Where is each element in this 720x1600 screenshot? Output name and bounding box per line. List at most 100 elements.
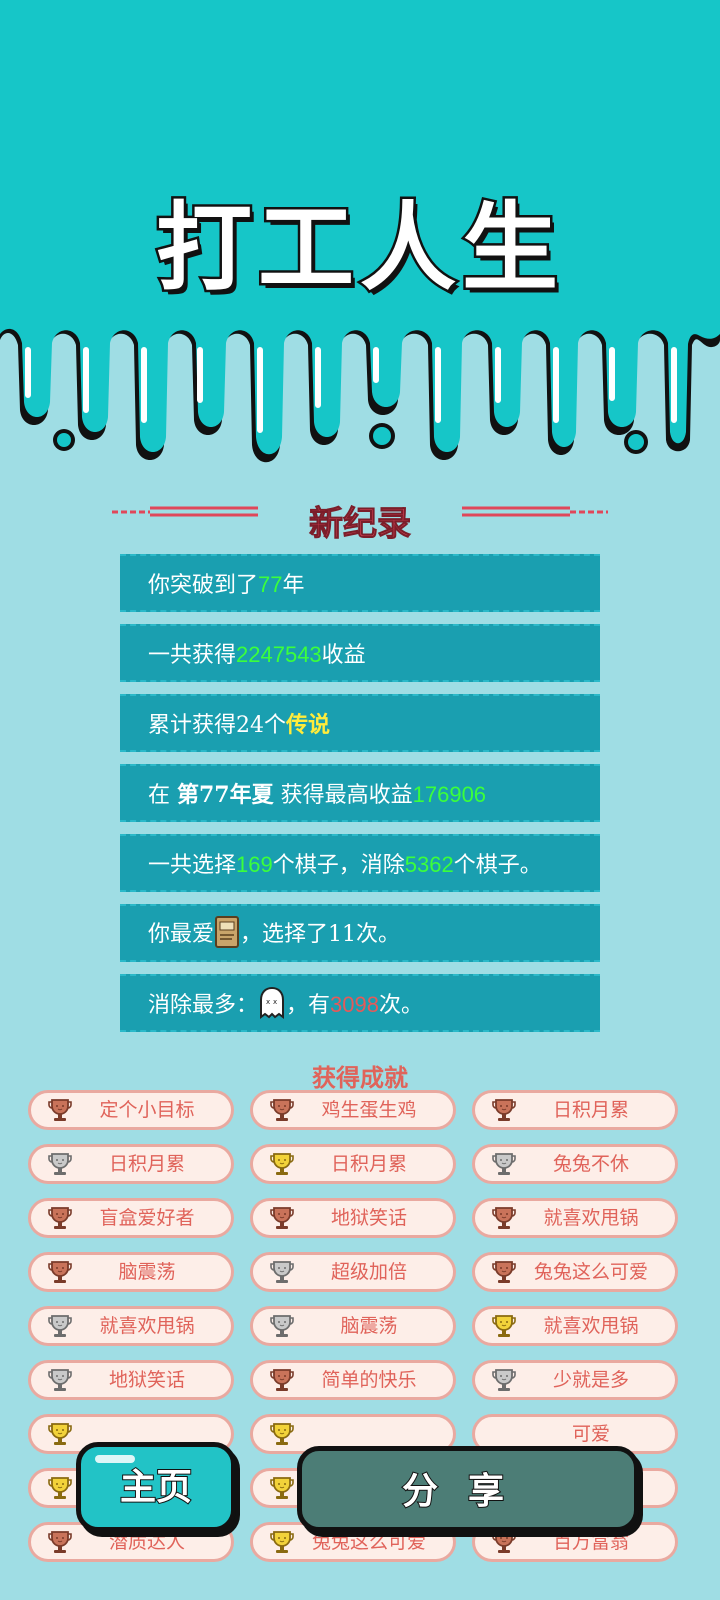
achievement-label: 盲盒爱好者	[99, 1207, 195, 1229]
trophy-bronze-icon	[270, 1369, 294, 1391]
trophy-bronze-icon	[270, 1207, 294, 1229]
trophy-bronze-icon	[492, 1261, 516, 1283]
stat-best-income: 在 第77年夏 获得最高收益176906	[120, 764, 600, 822]
stat-text: 一共获得	[148, 643, 237, 668]
stat-season: 第77年夏	[177, 782, 274, 808]
trophy-gold-icon	[270, 1531, 294, 1553]
stat-text: 个棋子。	[453, 853, 542, 878]
trophy-silver-icon	[270, 1261, 294, 1283]
game-title: 打工人生	[154, 190, 564, 307]
achievement-badge: 定个小目标	[28, 1090, 234, 1130]
stat-text: 你突破到了	[148, 573, 259, 598]
stat-favorite: 你最爱 ，选择了11次。	[120, 904, 600, 962]
achievement-badge: 地狱笑话	[250, 1198, 456, 1238]
achievement-label: 鸡生蛋生鸡	[321, 1099, 417, 1121]
achievement-label: 兔兔这么可爱	[533, 1261, 648, 1283]
achievement-badge: 脑震荡	[28, 1252, 234, 1292]
trophy-bronze-icon	[48, 1261, 72, 1283]
trophy-silver-icon	[48, 1153, 72, 1175]
stat-number: 2247543	[236, 642, 322, 667]
achievement-label: 地狱笑话	[108, 1369, 185, 1391]
stat-number: 5362	[404, 852, 454, 877]
stat-most-cleared: 消除最多： x x ，有3098次。	[120, 974, 600, 1032]
trophy-bronze-icon	[48, 1099, 72, 1121]
stat-text: 获得最高收益	[273, 783, 413, 808]
trophy-bronze-icon	[492, 1099, 516, 1121]
achievement-label: 少就是多	[552, 1369, 629, 1391]
trophy-gold-icon	[270, 1153, 294, 1175]
stat-number: 176906	[412, 782, 487, 807]
stat-text: 个棋子，消除	[272, 853, 405, 878]
stat-text: ，选择了11次。	[240, 922, 401, 947]
achievement-badge: 盲盒爱好者	[28, 1198, 234, 1238]
stat-text: 你最爱	[148, 922, 215, 947]
achievement-label: 日积月累	[552, 1099, 629, 1121]
achievement-badge: 就喜欢甩锅	[472, 1306, 678, 1346]
stat-legends: 累计获得24个传说	[120, 694, 600, 752]
trophy-bronze-icon	[48, 1207, 72, 1229]
trophy-bronze-icon	[492, 1531, 516, 1553]
achievement-label: 日积月累	[108, 1153, 185, 1175]
stat-text: 年	[282, 573, 305, 598]
trophy-silver-icon	[492, 1153, 516, 1175]
trophy-silver-icon	[492, 1369, 516, 1391]
achievement-badge: 地狱笑话	[28, 1360, 234, 1400]
achievement-badge: 脑震荡	[250, 1306, 456, 1346]
trophy-bronze-icon	[492, 1207, 516, 1229]
achievement-badge: 就喜欢甩锅	[28, 1306, 234, 1346]
achievement-label: 兔兔不休	[552, 1153, 629, 1175]
stat-number: 3098	[330, 992, 379, 1017]
achievement-label: 地狱笑话	[330, 1207, 407, 1229]
achievement-label: 定个小目标	[99, 1099, 195, 1121]
achievement-badge: 兔兔不休	[472, 1144, 678, 1184]
achievement-badge: 少就是多	[472, 1360, 678, 1400]
svg-text:x: x	[266, 998, 270, 1006]
trophy-gold-icon	[270, 1423, 294, 1445]
home-button[interactable]: 主页	[76, 1442, 236, 1532]
achievement-label: 脑震荡	[340, 1315, 398, 1337]
achievement-badge: 超级加倍	[250, 1252, 456, 1292]
trophy-gold-icon	[492, 1315, 516, 1337]
stat-years: 你突破到了77年	[120, 554, 600, 612]
trophy-bronze-icon	[48, 1531, 72, 1553]
home-button-label: 主页	[119, 1465, 193, 1509]
trophy-bronze-icon	[270, 1099, 294, 1121]
achievement-label: 就喜欢甩锅	[99, 1315, 195, 1337]
trophy-gold-icon	[48, 1477, 72, 1499]
stat-number: 77	[258, 572, 283, 597]
stat-total-income: 一共获得2247543收益	[120, 624, 600, 682]
achievement-label: 脑震荡	[118, 1261, 176, 1283]
stat-text: ，有	[286, 993, 331, 1018]
achievement-label: 就喜欢甩锅	[543, 1315, 639, 1337]
trophy-gold-icon	[48, 1423, 72, 1445]
stat-text: 在	[148, 783, 177, 808]
stat-pieces: 一共选择169个棋子，消除5362个棋子。	[120, 834, 600, 892]
ghost-icon: xx	[260, 986, 285, 1019]
achievement-badge: 简单的快乐	[250, 1360, 456, 1400]
book-icon	[215, 916, 240, 948]
stat-highlight: 传说	[286, 712, 331, 738]
svg-text:x: x	[273, 998, 277, 1006]
trophy-gold-icon	[270, 1477, 294, 1499]
trophy-silver-icon	[48, 1315, 72, 1337]
achievement-label: 就喜欢甩锅	[543, 1207, 639, 1229]
achievement-badge: 鸡生蛋生鸡	[250, 1090, 456, 1130]
achievement-label: 日积月累	[330, 1153, 407, 1175]
achievement-label: 简单的快乐	[321, 1369, 417, 1391]
achievement-label: 超级加倍	[330, 1261, 407, 1283]
achievements-title: 获得成就	[312, 1063, 408, 1092]
share-button[interactable]: 分享	[297, 1446, 639, 1532]
stat-text: 一共选择	[148, 853, 237, 878]
achievement-badge: 日积月累	[472, 1090, 678, 1130]
trophy-silver-icon	[270, 1315, 294, 1337]
new-record-title: 新纪录	[309, 504, 412, 545]
trophy-silver-icon	[48, 1369, 72, 1391]
achievement-badge: 兔兔这么可爱	[472, 1252, 678, 1292]
stat-number: 169	[236, 852, 273, 877]
achievement-badge: 就喜欢甩锅	[472, 1198, 678, 1238]
stat-text: 次。	[378, 993, 423, 1018]
stat-text: 收益	[321, 643, 366, 668]
stat-text: 消除最多：	[148, 993, 259, 1018]
achievement-badge: 日积月累	[28, 1144, 234, 1184]
stat-text: 累计获得24个	[148, 713, 286, 738]
